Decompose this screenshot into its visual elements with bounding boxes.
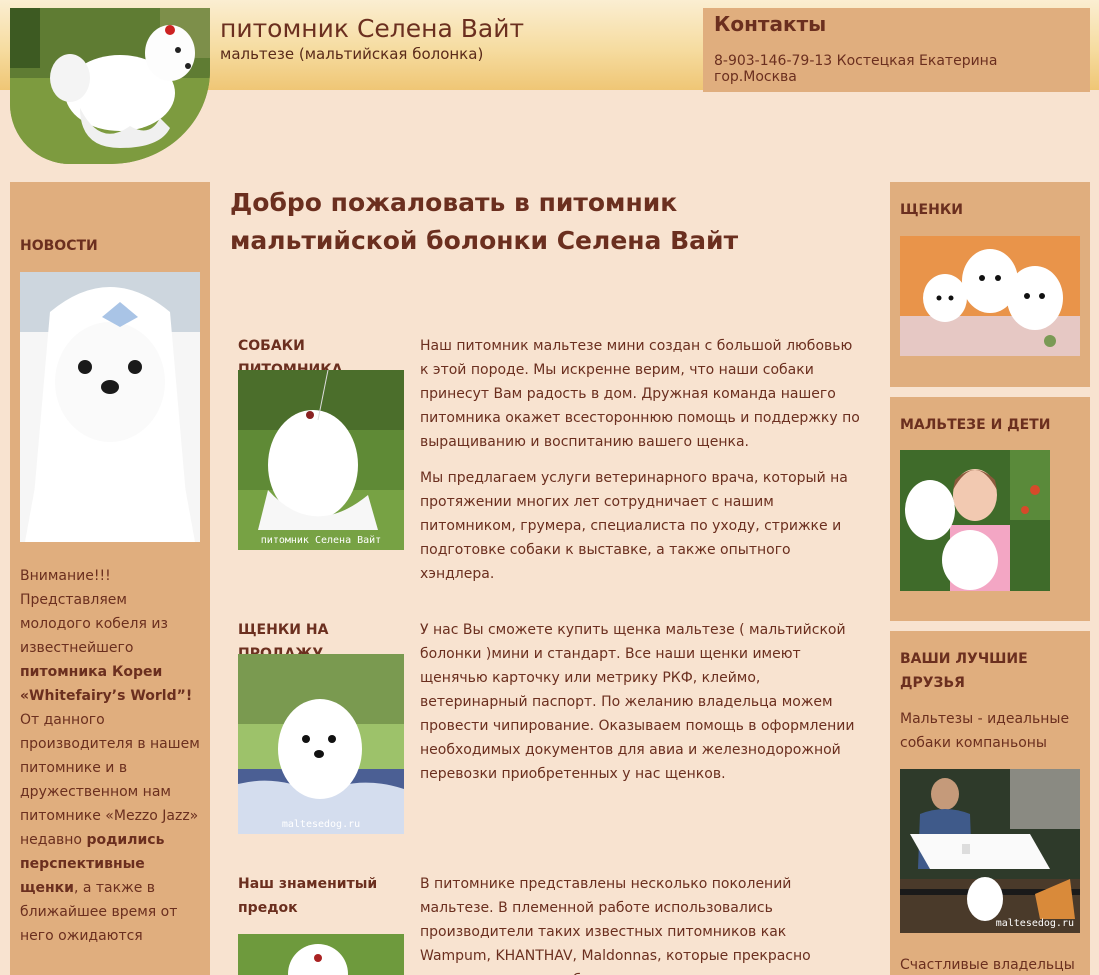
kids-title[interactable]: МАЛЬТЕЗЕ И ДЕТИ bbox=[900, 413, 1080, 437]
man-with-maltese-image bbox=[900, 769, 1080, 933]
section-text: Наш питомник мальтезе мини создан с боль… bbox=[420, 334, 860, 586]
news-photo[interactable]: maltesedog.ru bbox=[20, 272, 200, 542]
news-text-1: Внимание!!! Представляем молодого кобеля… bbox=[20, 568, 168, 656]
kids-photo[interactable] bbox=[900, 450, 1050, 591]
section-paragraph: Наш питомник мальтезе мини создан с боль… bbox=[420, 338, 860, 450]
news-title: НОВОСТИ bbox=[20, 238, 98, 254]
section-photo-caption: maltesedog.ru bbox=[281, 819, 361, 830]
maltese-show-dog-image bbox=[238, 370, 404, 550]
section-photo[interactable] bbox=[238, 934, 404, 975]
contacts-title: Контакты bbox=[714, 12, 827, 36]
news-sidebar: НОВОСТИ maltesedog.ru Внимание!!! Предст… bbox=[10, 182, 210, 975]
news-text-2: От данного производителя в нашем питомни… bbox=[20, 712, 200, 848]
friends-photo[interactable]: maltesedog.ru bbox=[900, 769, 1080, 933]
contacts-text: 8-903-146-79-13 Костецкая Екатерина гор.… bbox=[714, 53, 998, 85]
friends-photo-caption: maltesedog.ru bbox=[995, 918, 1074, 929]
owners-text: Счастливые владельцы bbox=[900, 957, 1075, 973]
friends-title[interactable]: ВАШИ ЛУЧШИЕ ДРУЗЬЯ bbox=[900, 647, 1080, 695]
section-text: У нас Вы сможете купить щенка мальтезе (… bbox=[420, 618, 860, 786]
news-link-korea: питомника Кореи «Whitefairy’s World”! bbox=[20, 664, 193, 704]
maltese-puppy-image bbox=[238, 654, 404, 834]
main-content: Добро пожаловать в питомник мальтийской … bbox=[230, 182, 870, 975]
three-puppies-image bbox=[900, 236, 1080, 356]
section-paragraph: В питомнике представлены несколько покол… bbox=[420, 876, 826, 975]
site-subtitle: мальтезе (мальтийская болонка) bbox=[220, 45, 484, 63]
kids-box: МАЛЬТЕЗЕ И ДЕТИ bbox=[890, 397, 1090, 621]
news-photo-caption: maltesedog.ru bbox=[70, 527, 150, 538]
puppies-box: ЩЕНКИ bbox=[890, 182, 1090, 387]
section-title[interactable]: Наш знаменитый предок bbox=[238, 872, 388, 920]
section-kennel-dogs: СОБАКИ ПИТОМНИКА питомник Селена Вайт На… bbox=[238, 334, 868, 582]
section-photo[interactable]: maltesedog.ru bbox=[238, 654, 404, 834]
puppies-photo[interactable] bbox=[900, 236, 1080, 356]
section-puppies-for-sale: ЩЕНКИ НА ПРОДАЖУ maltesedog.ru У нас Вы … bbox=[238, 618, 868, 838]
contacts-panel: Контакты 8-903-146-79-13 Костецкая Екате… bbox=[703, 8, 1090, 92]
girl-with-maltese-image bbox=[900, 450, 1050, 591]
section-photo-caption: питомник Селена Вайт bbox=[260, 535, 382, 546]
puppies-title[interactable]: ЩЕНКИ bbox=[900, 198, 1080, 222]
page-title: Добро пожаловать в питомник мальтийской … bbox=[230, 188, 739, 255]
site-title[interactable]: питомник Селена Вайт bbox=[220, 14, 524, 43]
friends-box: ВАШИ ЛУЧШИЕ ДРУЗЬЯ Мальтезы - идеальные … bbox=[890, 631, 1090, 975]
friends-text: Мальтезы - идеальные собаки компаньоны bbox=[900, 711, 1070, 751]
section-photo[interactable]: питомник Селена Вайт bbox=[238, 370, 404, 550]
section-paragraph: У нас Вы сможете купить щенка мальтезе (… bbox=[420, 622, 855, 782]
section-ancestor: Наш знаменитый предок В питомнике предст… bbox=[238, 872, 868, 975]
maltese-ancestor-image bbox=[238, 934, 404, 975]
section-text: В питомнике представлены несколько покол… bbox=[420, 872, 860, 975]
section-paragraph: Мы предлагаем услуги ветеринарного врача… bbox=[420, 470, 848, 582]
news-text: Внимание!!! Представляем молодого кобеля… bbox=[20, 564, 200, 948]
maltese-portrait-image bbox=[20, 272, 200, 542]
